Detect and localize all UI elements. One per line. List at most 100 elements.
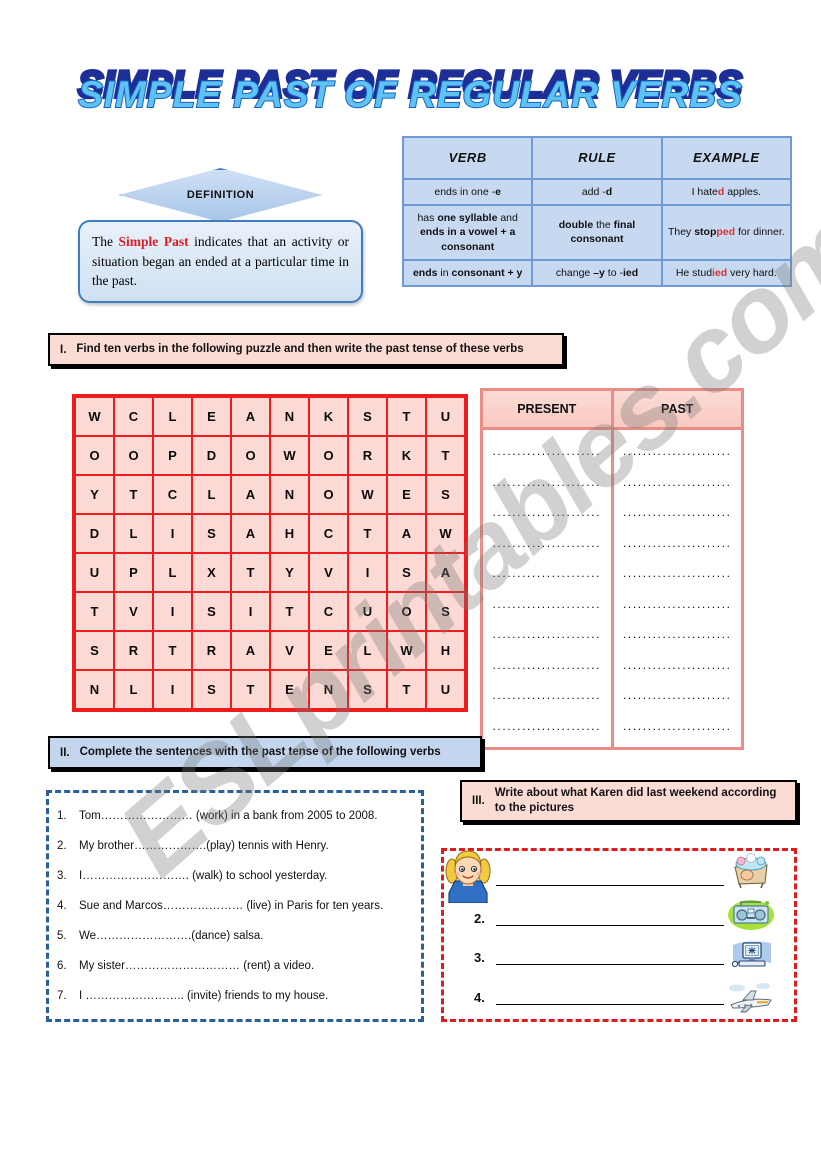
word-search-cell[interactable]: U — [425, 669, 467, 711]
sentence-text[interactable]: I………………………. (walk) to school yesterday. — [79, 869, 411, 884]
word-search-cell[interactable]: I — [152, 669, 193, 711]
word-search-cell[interactable]: W — [73, 395, 115, 437]
word-search-cell[interactable]: A — [230, 630, 271, 671]
word-search-cell[interactable]: H — [269, 513, 310, 554]
word-search-cell[interactable]: Y — [73, 474, 115, 515]
sentence-text[interactable]: Sue and Marcos………………… (live) in Paris fo… — [79, 899, 411, 914]
word-search-cell[interactable]: I — [230, 591, 271, 632]
word-search-cell[interactable]: P — [152, 435, 193, 476]
word-search-cell[interactable]: S — [425, 591, 467, 632]
word-search-cell[interactable]: L — [347, 630, 388, 671]
word-search-cell[interactable]: T — [230, 552, 271, 593]
word-search-cell[interactable]: L — [152, 552, 193, 593]
sentence-text[interactable]: I …………………….. (invite) friends to my hous… — [79, 989, 411, 1004]
word-search-cell[interactable]: L — [191, 474, 232, 515]
exercise-3-answer-line[interactable] — [496, 950, 724, 966]
past-answer-line[interactable]: ...................... — [614, 720, 742, 732]
present-answer-line[interactable]: ...................... — [483, 567, 611, 579]
sentence-text[interactable]: We…………………….(dance) salsa. — [79, 929, 411, 944]
word-search-cell[interactable]: W — [347, 474, 388, 515]
sentence-text[interactable]: My brother……………….(play) tennis with Henr… — [79, 839, 411, 854]
exercise-3-answer-line[interactable] — [496, 871, 724, 887]
present-answer-column[interactable]: ........................................… — [483, 430, 614, 747]
word-search-cell[interactable]: S — [191, 669, 232, 711]
word-search-cell[interactable]: T — [425, 435, 467, 476]
word-search-cell[interactable]: S — [191, 513, 232, 554]
present-answer-line[interactable]: ...................... — [483, 598, 611, 610]
word-search-cell[interactable]: O — [308, 474, 349, 515]
word-search-cell[interactable]: C — [113, 395, 154, 437]
word-search-cell[interactable]: D — [73, 513, 115, 554]
past-answer-line[interactable]: ...................... — [614, 567, 742, 579]
word-search-cell[interactable]: I — [152, 591, 193, 632]
sentence-text[interactable]: My sister………………………… (rent) a video. — [79, 959, 411, 974]
word-search-cell[interactable]: P — [113, 552, 154, 593]
word-search-cell[interactable]: N — [73, 669, 115, 711]
word-search-cell[interactable]: T — [73, 591, 115, 632]
word-search-cell[interactable]: W — [269, 435, 310, 476]
present-answer-line[interactable]: ...................... — [483, 689, 611, 701]
word-search-cell[interactable]: T — [386, 669, 427, 711]
word-search-cell[interactable]: K — [386, 435, 427, 476]
word-search-cell[interactable]: A — [230, 513, 271, 554]
past-answer-line[interactable]: ...................... — [614, 506, 742, 518]
word-search-cell[interactable]: X — [191, 552, 232, 593]
word-search-cell[interactable]: Y — [269, 552, 310, 593]
word-search-cell[interactable]: O — [113, 435, 154, 476]
present-answer-line[interactable]: ...................... — [483, 537, 611, 549]
word-search-cell[interactable]: N — [269, 474, 310, 515]
word-search-cell[interactable]: O — [73, 435, 115, 476]
word-search-cell[interactable]: N — [308, 669, 349, 711]
word-search-cell[interactable]: I — [152, 513, 193, 554]
word-search-cell[interactable]: L — [152, 395, 193, 437]
word-search-cell[interactable]: S — [347, 395, 388, 437]
word-search-cell[interactable]: K — [308, 395, 349, 437]
present-answer-line[interactable]: ...................... — [483, 659, 611, 671]
word-search-cell[interactable]: V — [113, 591, 154, 632]
past-answer-line[interactable]: ...................... — [614, 598, 742, 610]
word-search-cell[interactable]: U — [347, 591, 388, 632]
word-search-cell[interactable]: S — [73, 630, 115, 671]
past-answer-line[interactable]: ...................... — [614, 659, 742, 671]
word-search-cell[interactable]: T — [386, 395, 427, 437]
sentence-text[interactable]: Tom…………………… (work) in a bank from 2005 t… — [79, 809, 411, 824]
word-search-cell[interactable]: W — [425, 513, 467, 554]
word-search-cell[interactable]: U — [73, 552, 115, 593]
word-search-cell[interactable]: A — [230, 395, 271, 437]
word-search-cell[interactable]: T — [269, 591, 310, 632]
word-search-cell[interactable]: S — [425, 474, 467, 515]
word-search-cell[interactable]: S — [347, 669, 388, 711]
past-answer-line[interactable]: ...................... — [614, 628, 742, 640]
word-search-cell[interactable]: T — [152, 630, 193, 671]
word-search-cell[interactable]: A — [425, 552, 467, 593]
word-search-cell[interactable]: A — [230, 474, 271, 515]
past-answer-line[interactable]: ...................... — [614, 537, 742, 549]
word-search-cell[interactable]: T — [347, 513, 388, 554]
past-answer-column[interactable]: ........................................… — [614, 430, 742, 747]
word-search-cell[interactable]: O — [230, 435, 271, 476]
word-search-cell[interactable]: H — [425, 630, 467, 671]
word-search-cell[interactable]: C — [308, 513, 349, 554]
past-answer-line[interactable]: ...................... — [614, 476, 742, 488]
word-search-cell[interactable]: N — [269, 395, 310, 437]
word-search-cell[interactable]: S — [386, 552, 427, 593]
word-search-cell[interactable]: R — [113, 630, 154, 671]
word-search-cell[interactable]: C — [308, 591, 349, 632]
word-search-cell[interactable]: R — [191, 630, 232, 671]
word-search-cell[interactable]: E — [191, 395, 232, 437]
word-search-cell[interactable]: L — [113, 513, 154, 554]
word-search-cell[interactable]: E — [386, 474, 427, 515]
word-search-cell[interactable]: D — [191, 435, 232, 476]
word-search-cell[interactable]: I — [347, 552, 388, 593]
word-search-cell[interactable]: A — [386, 513, 427, 554]
exercise-3-answer-line[interactable] — [496, 911, 724, 926]
word-search-cell[interactable]: T — [113, 474, 154, 515]
word-search-cell[interactable]: C — [152, 474, 193, 515]
present-answer-line[interactable]: ...................... — [483, 476, 611, 488]
present-answer-line[interactable]: ...................... — [483, 506, 611, 518]
word-search-cell[interactable]: E — [269, 669, 310, 711]
word-search-cell[interactable]: S — [191, 591, 232, 632]
exercise-3-answer-line[interactable] — [496, 990, 724, 1005]
exercise-3-answer-lines[interactable]: 2. 3. 4. — [474, 859, 724, 1017]
past-answer-line[interactable]: ...................... — [614, 445, 742, 457]
